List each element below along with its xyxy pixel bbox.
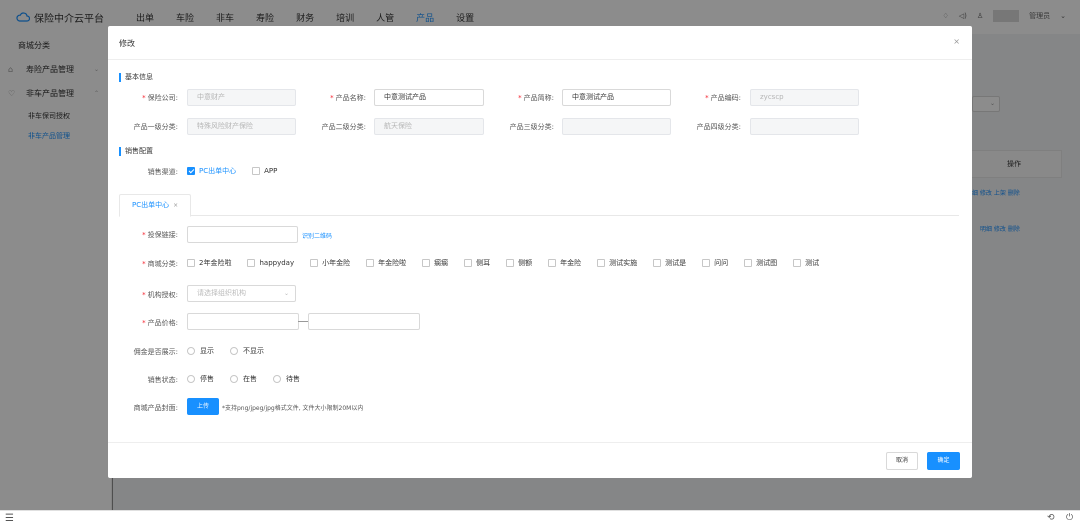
modal-title: 修改 <box>119 39 135 48</box>
product-name-input[interactable]: 中意测试产品 <box>374 89 484 106</box>
radio-icon <box>230 347 238 355</box>
upload-hint: *支持png/jpeg/jpg格式文件, 文件大小限制20M以内 <box>222 405 364 412</box>
checkbox-icon <box>464 259 473 267</box>
radio-icon <box>230 375 238 383</box>
category-option[interactable]: 年金险 <box>548 258 581 268</box>
category-option[interactable]: 侧额 <box>506 258 532 268</box>
category-option[interactable]: 小年金险 <box>310 258 350 268</box>
price-min-input[interactable] <box>187 313 299 330</box>
chevron-down-icon: ⌄ <box>283 290 289 297</box>
channel-options: PC出单中心 APP <box>187 166 293 176</box>
insurer-field: 中意财产 <box>187 89 296 106</box>
org-select[interactable]: 请选择组织机构 ⌄ <box>187 285 296 302</box>
status-options: 停售 在售 待售 <box>187 374 316 384</box>
channel-tabs: PC出单中心 × <box>119 194 959 217</box>
checkbox-icon <box>653 259 662 267</box>
category-option[interactable]: 年金险啦 <box>366 258 406 268</box>
status-pending-radio[interactable]: 待售 <box>273 374 300 384</box>
category-options: 2年金险啦 happyday 小年金险 年金险啦 瘸瘸 侧耳 侧额 年金险 测试… <box>187 258 835 268</box>
menu-icon[interactable]: ☰ <box>5 513 14 524</box>
link-input[interactable] <box>187 226 298 243</box>
checkbox-icon <box>597 259 606 267</box>
category-option[interactable]: 侧耳 <box>464 258 490 268</box>
insurer-label: * 保险公司: <box>142 94 178 102</box>
edit-modal: 修改 × 基本信息 * 保险公司: 中意财产 * 产品名称: 中意测试产品 * 产品简… <box>108 26 972 478</box>
checkbox-checked-icon <box>187 167 195 175</box>
bottom-bar: ☰ ⟲ ⏻ <box>0 510 1080 527</box>
cat2-label: 产品二级分类: <box>321 123 366 131</box>
category-option[interactable]: 测试图 <box>744 258 777 268</box>
link-label: * 投保链接: <box>142 231 178 239</box>
cat3-field <box>562 118 671 135</box>
category-option[interactable]: 测试实施 <box>597 258 637 268</box>
commission-show-radio[interactable]: 显示 <box>187 346 214 356</box>
cat4-field <box>750 118 859 135</box>
power-icon[interactable]: ⏻ <box>1066 513 1073 523</box>
upload-button[interactable]: 上传 <box>187 398 219 415</box>
commission-label: 佣金是否展示: <box>133 348 178 356</box>
short-name-label: * 产品简称: <box>518 94 554 102</box>
close-icon[interactable]: × <box>953 37 960 46</box>
channel-label: 销售渠道: <box>147 168 178 176</box>
checkbox-icon <box>506 259 515 267</box>
refresh-icon[interactable]: ⟲ <box>1047 513 1055 523</box>
checkbox-icon <box>310 259 319 267</box>
checkbox-icon <box>548 259 557 267</box>
product-name-label: * 产品名称: <box>330 94 366 102</box>
short-name-input[interactable]: 中意测试产品 <box>562 89 671 106</box>
cat1-field: 特殊风险财产保险 <box>187 118 296 135</box>
section-basic-info: 基本信息 <box>119 73 153 82</box>
category-option[interactable]: 瘸瘸 <box>422 258 448 268</box>
channel-app-checkbox[interactable]: APP <box>252 167 277 175</box>
cat3-label: 产品三级分类: <box>509 123 554 131</box>
cancel-button[interactable]: 取消 <box>886 452 918 470</box>
category-option[interactable]: 2年金险啦 <box>187 258 231 268</box>
cover-label: 商城产品封面: <box>133 404 178 412</box>
cat1-label: 产品一级分类: <box>133 123 178 131</box>
status-stop-radio[interactable]: 停售 <box>187 374 214 384</box>
checkbox-icon <box>247 259 256 267</box>
checkbox-icon <box>252 167 261 175</box>
commission-options: 显示 不显示 <box>187 346 280 356</box>
channel-pc-checkbox[interactable]: PC出单中心 <box>187 166 236 176</box>
price-label: * 产品价格: <box>142 319 178 327</box>
radio-icon <box>187 347 195 355</box>
checkbox-icon <box>744 259 753 267</box>
commission-hide-radio[interactable]: 不显示 <box>230 346 264 356</box>
status-label: 销售状态: <box>147 376 178 384</box>
confirm-button[interactable]: 确定 <box>927 452 960 470</box>
status-onsale-radio[interactable]: 在售 <box>230 374 257 384</box>
cat2-field: 航天保险 <box>374 118 484 135</box>
category-option[interactable]: happyday <box>247 259 294 267</box>
modal-footer: 取消 确定 <box>108 442 972 478</box>
radio-icon <box>187 375 195 383</box>
checkbox-icon <box>793 259 802 267</box>
tab-close-icon[interactable]: × <box>173 202 178 209</box>
price-max-input[interactable] <box>308 313 420 330</box>
range-separator <box>298 321 308 322</box>
modal-header: 修改 × <box>108 26 972 60</box>
category-option[interactable]: 测试 <box>793 258 819 268</box>
checkbox-icon <box>187 259 195 267</box>
org-label: * 机构授权: <box>142 291 178 299</box>
checkbox-icon <box>366 259 375 267</box>
radio-icon <box>273 375 281 383</box>
checkbox-icon <box>422 259 431 267</box>
section-sales-config: 销售配置 <box>119 147 153 156</box>
category-label: * 商城分类: <box>142 260 178 268</box>
qr-recognize-link[interactable]: 识别二维码 <box>302 231 332 240</box>
product-code-label: * 产品编码: <box>705 94 741 102</box>
cat4-label: 产品四级分类: <box>696 123 741 131</box>
checkbox-icon <box>702 259 711 267</box>
tab-pc-center[interactable]: PC出单中心 × <box>119 194 192 217</box>
category-option[interactable]: 测试是 <box>653 258 686 268</box>
category-option[interactable]: 问问 <box>702 258 728 268</box>
product-code-field: zycscp <box>750 89 859 106</box>
